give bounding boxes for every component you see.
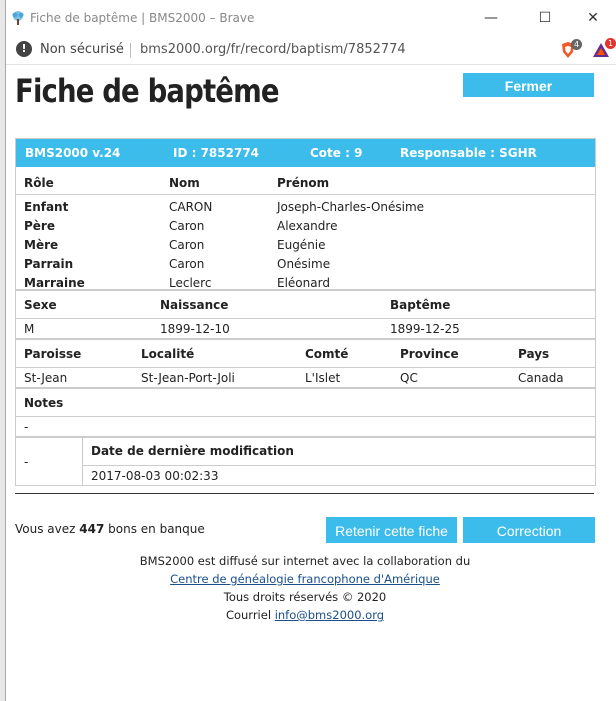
col-header-role: Rôle xyxy=(24,176,54,190)
role-cell: Marraine xyxy=(24,276,85,290)
bank-balance: Vous avez 447 bons en banque xyxy=(15,522,205,536)
localite-value: St-Jean-Port-Joli xyxy=(141,371,235,385)
footer-link-line: Centre de généalogie francophone d'Améri… xyxy=(6,572,604,586)
sexe-value: M xyxy=(24,322,35,336)
window-title: Fiche de baptême | BMS2000 – Brave xyxy=(30,11,255,25)
role-cell: Enfant xyxy=(24,200,69,214)
maximize-button[interactable]: ☐ xyxy=(522,0,568,36)
notes-section: Notes - xyxy=(16,387,595,436)
minimize-button[interactable]: — xyxy=(468,0,514,36)
keep-record-button[interactable]: Retenir cette fiche xyxy=(326,517,457,543)
divider xyxy=(82,465,595,466)
comte-value: L'Islet xyxy=(305,371,341,385)
email-link[interactable]: info@bms2000.org xyxy=(275,608,384,622)
nom-cell: CARON xyxy=(169,200,213,214)
responsable-label: Responsable : SGHR xyxy=(400,146,537,160)
nom-cell: Caron xyxy=(169,219,205,233)
col-header-paroisse: Paroisse xyxy=(24,347,82,361)
address-bar[interactable]: ! Non sécurisé bms2000.org/fr/record/bap… xyxy=(6,36,616,65)
footer-collab: BMS2000 est diffusé sur internet avec la… xyxy=(139,554,471,568)
col-header-province: Province xyxy=(400,347,459,361)
divider xyxy=(130,43,131,58)
bank-prefix: Vous avez xyxy=(15,522,76,536)
col-header-naissance: Naissance xyxy=(160,298,229,312)
footer-mail-prefix: Courriel xyxy=(225,608,272,622)
col-header-localite: Localité xyxy=(141,347,195,361)
nom-cell: Caron xyxy=(169,238,205,252)
modification-left-value: - xyxy=(24,455,29,469)
info-icon[interactable]: ! xyxy=(16,41,32,57)
modification-section: - Date de dernière modification 2017-08-… xyxy=(16,436,595,485)
modification-header: Date de dernière modification xyxy=(91,444,294,458)
nom-cell: Leclerc xyxy=(169,276,212,290)
bapteme-value: 1899-12-25 xyxy=(390,322,460,336)
col-header-nom: Nom xyxy=(169,176,200,190)
title-bar: Fiche de baptême | BMS2000 – Brave — ☐ ✕ xyxy=(6,0,616,36)
prenom-cell: Eugénie xyxy=(277,238,326,252)
rewards-badge: 1 xyxy=(605,38,616,49)
divider xyxy=(16,194,595,195)
col-header-pays: Pays xyxy=(518,347,550,361)
divider xyxy=(16,416,595,417)
bank-count: 447 xyxy=(79,522,105,536)
version-label: BMS2000 v.24 xyxy=(25,146,121,160)
page-content: Fiche de baptême Fermer BMS2000 v.24 ID … xyxy=(6,65,616,701)
event-section: Sexe Naissance Baptême M 1899-12-10 1899… xyxy=(16,289,595,338)
security-label[interactable]: Non sécurisé xyxy=(40,42,124,57)
record-id: ID : 7852774 xyxy=(173,146,260,160)
place-section: Paroisse Localité Comté Province Pays St… xyxy=(16,338,595,387)
role-cell: Mère xyxy=(24,238,59,252)
paroisse-value: St-Jean xyxy=(24,371,68,385)
bank-suffix: bons en banque xyxy=(108,522,205,536)
prenom-cell: Eléonard xyxy=(277,276,330,290)
shield-count-badge: 4 xyxy=(571,39,583,50)
page-title: Fiche de baptême xyxy=(15,72,280,110)
divider xyxy=(16,318,595,319)
prenom-cell: Onésime xyxy=(277,257,331,271)
tree-icon xyxy=(12,11,24,25)
notes-header: Notes xyxy=(24,396,64,410)
pays-value: Canada xyxy=(518,371,564,385)
divider xyxy=(16,367,595,368)
col-header-bapteme: Baptême xyxy=(390,298,451,312)
footer-rights: Tous droits réservés © 2020 xyxy=(223,590,387,604)
horizontal-rule xyxy=(15,493,594,494)
record-header: BMS2000 v.24 ID : 7852774 Cote : 9 Respo… xyxy=(16,139,595,167)
modification-date: 2017-08-03 00:02:33 xyxy=(91,469,219,483)
cote-label: Cote : 9 xyxy=(310,146,363,160)
role-cell: Parrain xyxy=(24,257,74,271)
col-header-sexe: Sexe xyxy=(24,298,57,312)
browser-window: Fiche de baptême | BMS2000 – Brave — ☐ ✕… xyxy=(6,0,616,701)
correction-button[interactable]: Correction xyxy=(463,517,595,543)
prenom-cell: Joseph-Charles-Onésime xyxy=(277,200,425,214)
persons-section: Rôle Nom Prénom Enfant CARON Joseph-Char… xyxy=(16,167,595,290)
col-header-prenom: Prénom xyxy=(277,176,330,190)
naissance-value: 1899-12-10 xyxy=(160,322,230,336)
province-value: QC xyxy=(400,371,418,385)
prenom-cell: Alexandre xyxy=(277,219,338,233)
url-text[interactable]: bms2000.org/fr/record/baptism/7852774 xyxy=(140,42,406,57)
col-header-comte: Comté xyxy=(305,347,349,361)
role-cell: Père xyxy=(24,219,55,233)
divider xyxy=(82,438,83,485)
close-button[interactable]: Fermer xyxy=(463,73,594,97)
close-window-button[interactable]: ✕ xyxy=(570,0,616,36)
notes-value: - xyxy=(24,420,29,434)
footer-mail-line: Courriel info@bms2000.org xyxy=(6,608,604,622)
record-card: BMS2000 v.24 ID : 7852774 Cote : 9 Respo… xyxy=(15,138,596,486)
cgfa-link[interactable]: Centre de généalogie francophone d'Améri… xyxy=(170,572,440,586)
nom-cell: Caron xyxy=(169,257,205,271)
